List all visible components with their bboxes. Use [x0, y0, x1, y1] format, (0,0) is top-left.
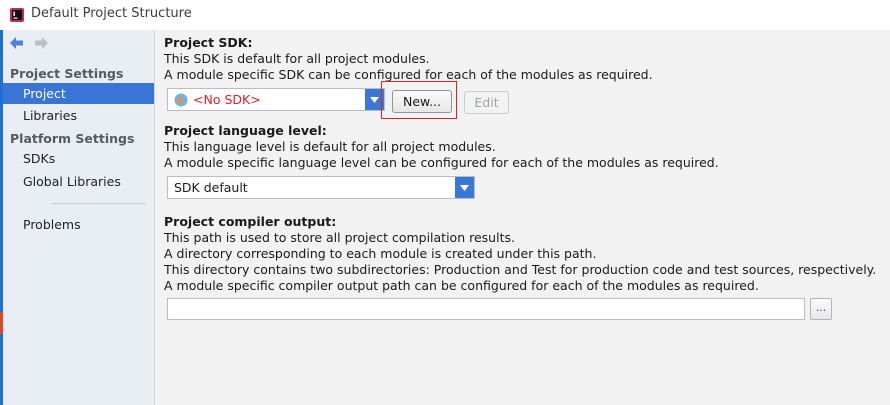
sidebar-divider — [51, 203, 146, 204]
window-title: Default Project Structure — [31, 6, 192, 21]
compiler-output-desc-1: This path is used to store all project c… — [164, 230, 515, 245]
compiler-output-path-field[interactable] — [167, 298, 805, 320]
language-level-desc-1: This language level is default for all p… — [164, 139, 496, 154]
compiler-output-title: Project compiler output: — [164, 214, 337, 229]
section-header-project-settings: Project Settings — [10, 66, 124, 81]
browse-button[interactable]: ... — [810, 298, 832, 320]
language-level-desc-2: A module specific language level can be … — [164, 155, 719, 170]
sidebar-item-libraries[interactable]: Libraries — [3, 105, 154, 126]
sidebar: Project Settings Project Libraries Platf… — [3, 30, 155, 405]
project-sdk-title: Project SDK: — [164, 35, 253, 50]
chevron-down-icon[interactable] — [365, 89, 384, 110]
title-bar: Default Project Structure — [0, 0, 890, 30]
compiler-output-desc-2: A directory corresponding to each module… — [164, 246, 597, 261]
section-header-platform-settings: Platform Settings — [10, 131, 135, 146]
project-settings-panel: Project SDK: This SDK is default for all… — [155, 30, 890, 405]
project-sdk-dropdown[interactable]: <No SDK> — [167, 88, 385, 111]
language-level-selected: SDK default — [174, 180, 248, 195]
project-sdk-selected: <No SDK> — [193, 92, 261, 107]
language-level-title: Project language level: — [164, 123, 327, 138]
sidebar-item-project[interactable]: Project — [3, 83, 154, 104]
project-sdk-desc-2: A module specific SDK can be configured … — [164, 67, 653, 82]
language-level-dropdown[interactable]: SDK default — [167, 176, 475, 199]
new-sdk-button[interactable]: New... — [392, 90, 452, 113]
sdk-globe-icon — [174, 93, 188, 107]
sidebar-item-problems[interactable]: Problems — [3, 214, 154, 235]
sidebar-item-global-libraries[interactable]: Global Libraries — [3, 171, 154, 192]
forward-arrow-icon[interactable] — [33, 36, 49, 50]
chevron-down-icon[interactable] — [455, 177, 474, 198]
compiler-output-desc-4: A module specific compiler output path c… — [164, 278, 759, 293]
compiler-output-desc-3: This directory contains two subdirectori… — [164, 262, 877, 277]
back-arrow-icon[interactable] — [9, 36, 25, 50]
sidebar-item-sdks[interactable]: SDKs — [3, 148, 154, 169]
edit-sdk-button[interactable]: Edit — [464, 91, 509, 114]
intellij-app-icon — [10, 8, 24, 22]
project-sdk-desc-1: This SDK is default for all project modu… — [164, 51, 430, 66]
